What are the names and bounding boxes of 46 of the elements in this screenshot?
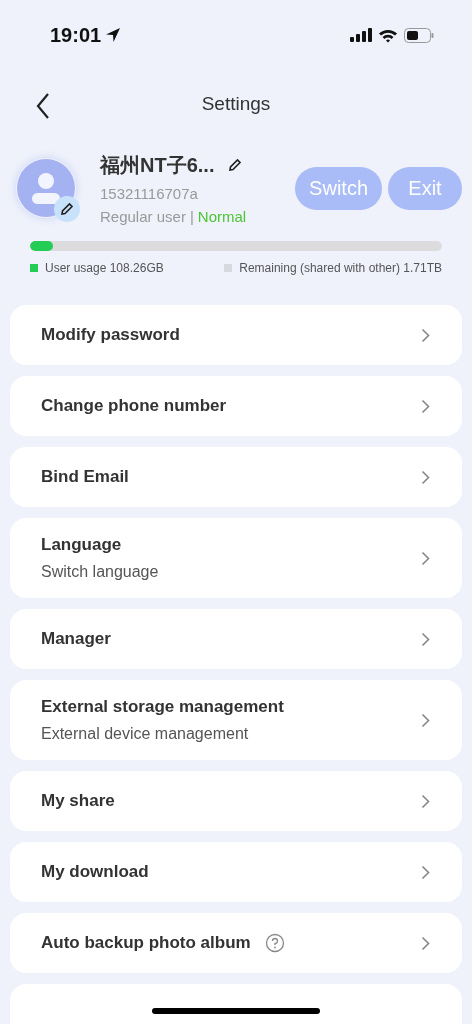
legend-label: Remaining (shared with other) 1.71TB	[239, 261, 442, 275]
menu-item[interactable]: My share	[10, 771, 462, 831]
edit-avatar-button[interactable]	[54, 196, 80, 222]
menu-item-title: Auto backup photo album	[41, 933, 251, 953]
chevron-right-icon	[421, 864, 430, 880]
user-name: 福州NT子6...	[100, 152, 215, 178]
chevron-right-icon	[421, 550, 430, 566]
menu-item-title: Change phone number	[41, 396, 227, 416]
chevron-right-icon	[421, 631, 430, 647]
menu-item[interactable]: Auto backup photo album	[10, 913, 462, 973]
menu-item-subtitle: External device management	[41, 725, 250, 743]
menu-item-title: Bind Email	[41, 467, 129, 487]
menu-item[interactable]: Change phone number	[10, 376, 462, 436]
menu-item-title: External storage management	[41, 697, 284, 717]
battery-icon	[404, 27, 434, 43]
pencil-icon	[60, 202, 74, 216]
account-status: Normal	[197, 207, 247, 225]
chevron-right-icon	[421, 712, 430, 728]
page-title: Settings	[201, 93, 271, 115]
separator-text: |	[189, 207, 194, 225]
menu-item-title: Language	[41, 535, 122, 555]
menu-item-title: Modify password	[41, 325, 180, 345]
back-chevron-icon	[36, 93, 50, 119]
chevron-right-icon	[421, 935, 430, 951]
menu-item-title: Manager	[41, 629, 111, 649]
signal-icon	[350, 28, 372, 42]
wifi-icon	[378, 27, 398, 43]
menu-item-title: My download	[41, 862, 149, 882]
chevron-right-icon	[421, 469, 430, 485]
menu-item[interactable]: Bind Email	[10, 447, 462, 507]
account-id: 15321116707a	[100, 184, 199, 202]
menu-item[interactable]: Manager	[10, 609, 462, 669]
menu-item[interactable]: Language Switch language	[10, 518, 462, 598]
user-role: Regular user	[100, 207, 186, 225]
chevron-right-icon	[421, 398, 430, 414]
menu-item-title: My share	[41, 791, 115, 811]
chevron-right-icon	[421, 327, 430, 343]
menu-item[interactable]: External storage management External device management	[10, 680, 462, 760]
pencil-icon	[228, 158, 243, 172]
chevron-right-icon	[421, 793, 430, 809]
menu-item[interactable]: Modify password	[10, 305, 462, 365]
status-time: 19:01	[50, 23, 102, 47]
location-arrow-icon	[105, 27, 122, 43]
menu-item[interactable]: My download	[10, 842, 462, 902]
menu-item-subtitle: Switch language	[41, 563, 159, 581]
legend-label: User usage 108.26GB	[45, 261, 164, 275]
